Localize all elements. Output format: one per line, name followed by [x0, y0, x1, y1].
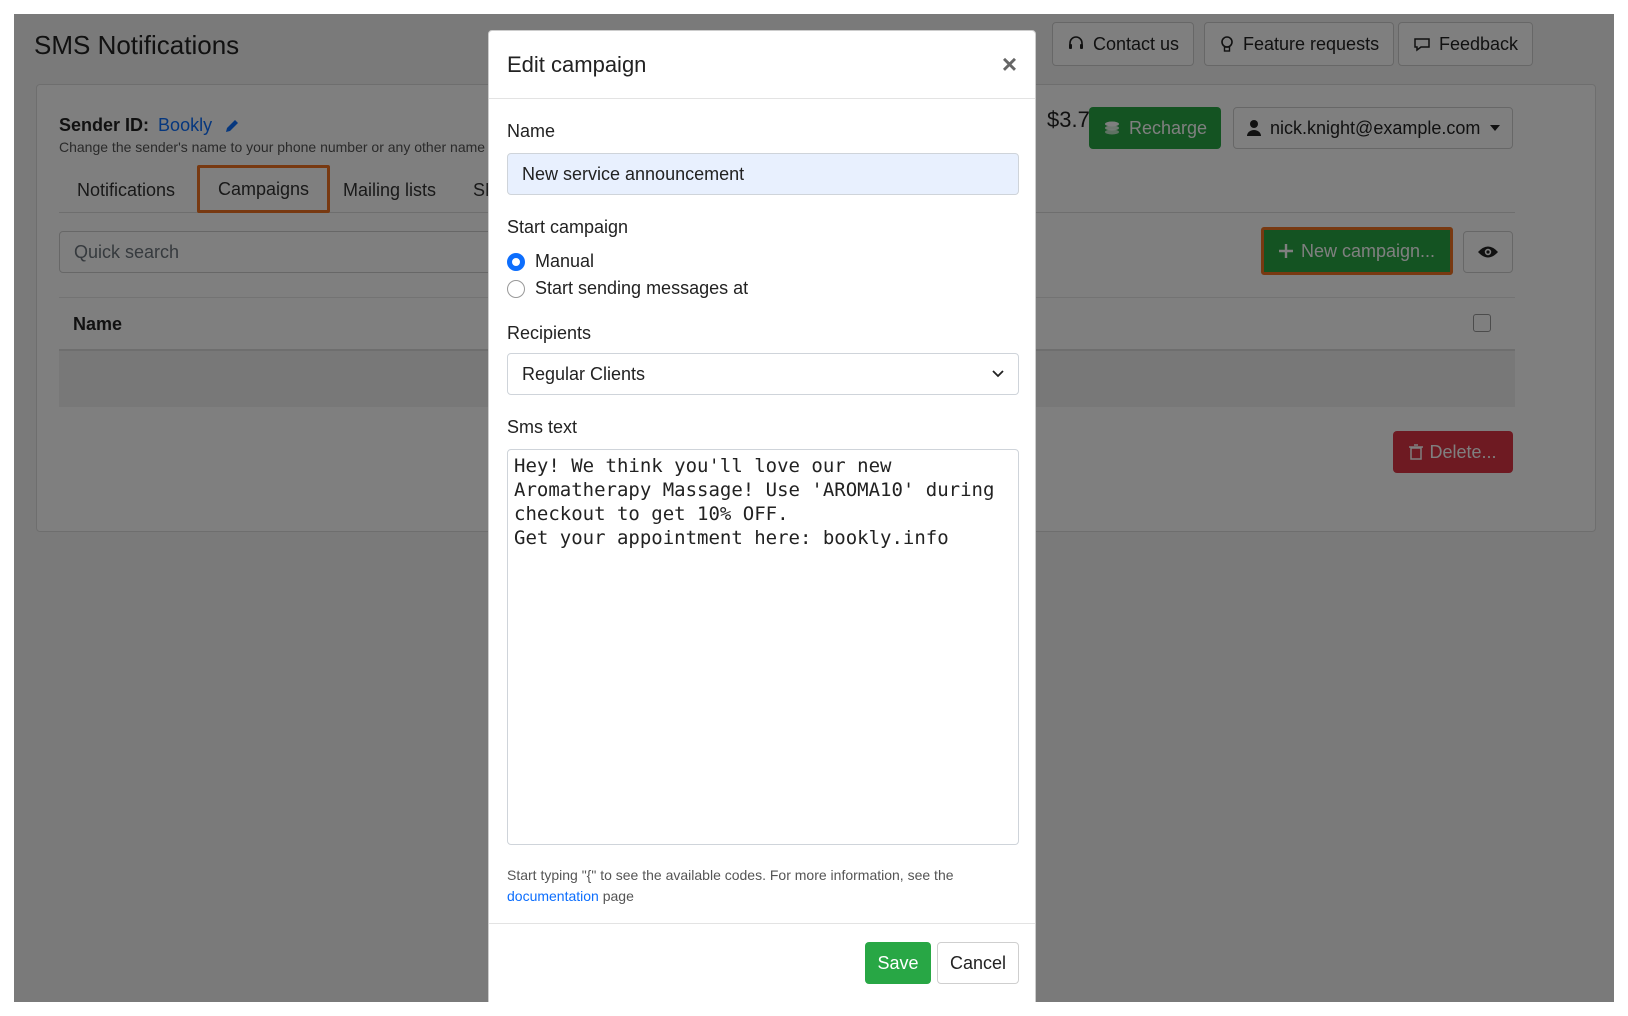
start-scheduled-label: Start sending messages at	[535, 278, 749, 298]
help-prefix: Start typing "{" to see the available co…	[507, 867, 954, 883]
recipients-selected: Regular Clients	[522, 363, 646, 384]
sms-text-area[interactable]: Hey! We think you'll love our new Aromat…	[507, 449, 1019, 845]
app-window: SMS Notifications Contact us Feature req…	[14, 14, 1614, 1002]
start-campaign-label: Start campaign	[507, 217, 629, 237]
help-suffix: page	[598, 888, 634, 904]
recipients-label: Recipients	[507, 323, 592, 343]
name-input[interactable]: New service announcement	[507, 153, 1019, 195]
start-manual-option[interactable]: Manual	[507, 251, 594, 272]
modal-footer: Save Cancel	[489, 923, 1035, 1002]
modal-header: Edit campaign ×	[489, 31, 1035, 99]
modal-title: Edit campaign	[507, 51, 647, 77]
edit-campaign-modal: Edit campaign × Name New service announc…	[488, 30, 1036, 1002]
start-scheduled-option[interactable]: Start sending messages at	[507, 278, 748, 299]
sms-notifications-page: SMS Notifications Contact us Feature req…	[14, 14, 1614, 1002]
name-label: Name	[507, 121, 556, 141]
sms-help-text: Start typing "{" to see the available co…	[507, 865, 1019, 907]
start-scheduled-radio[interactable]	[507, 279, 525, 298]
cancel-button[interactable]: Cancel	[937, 942, 1019, 984]
recipients-select[interactable]: Regular Clients	[507, 353, 1019, 395]
chevron-down-icon	[992, 370, 1004, 378]
save-button[interactable]: Save	[865, 942, 931, 984]
start-manual-label: Manual	[535, 251, 595, 271]
start-manual-radio[interactable]	[507, 252, 525, 271]
close-icon[interactable]: ×	[1002, 49, 1017, 80]
sms-text-label: Sms text	[507, 417, 578, 437]
documentation-link[interactable]: documentation	[507, 888, 599, 904]
